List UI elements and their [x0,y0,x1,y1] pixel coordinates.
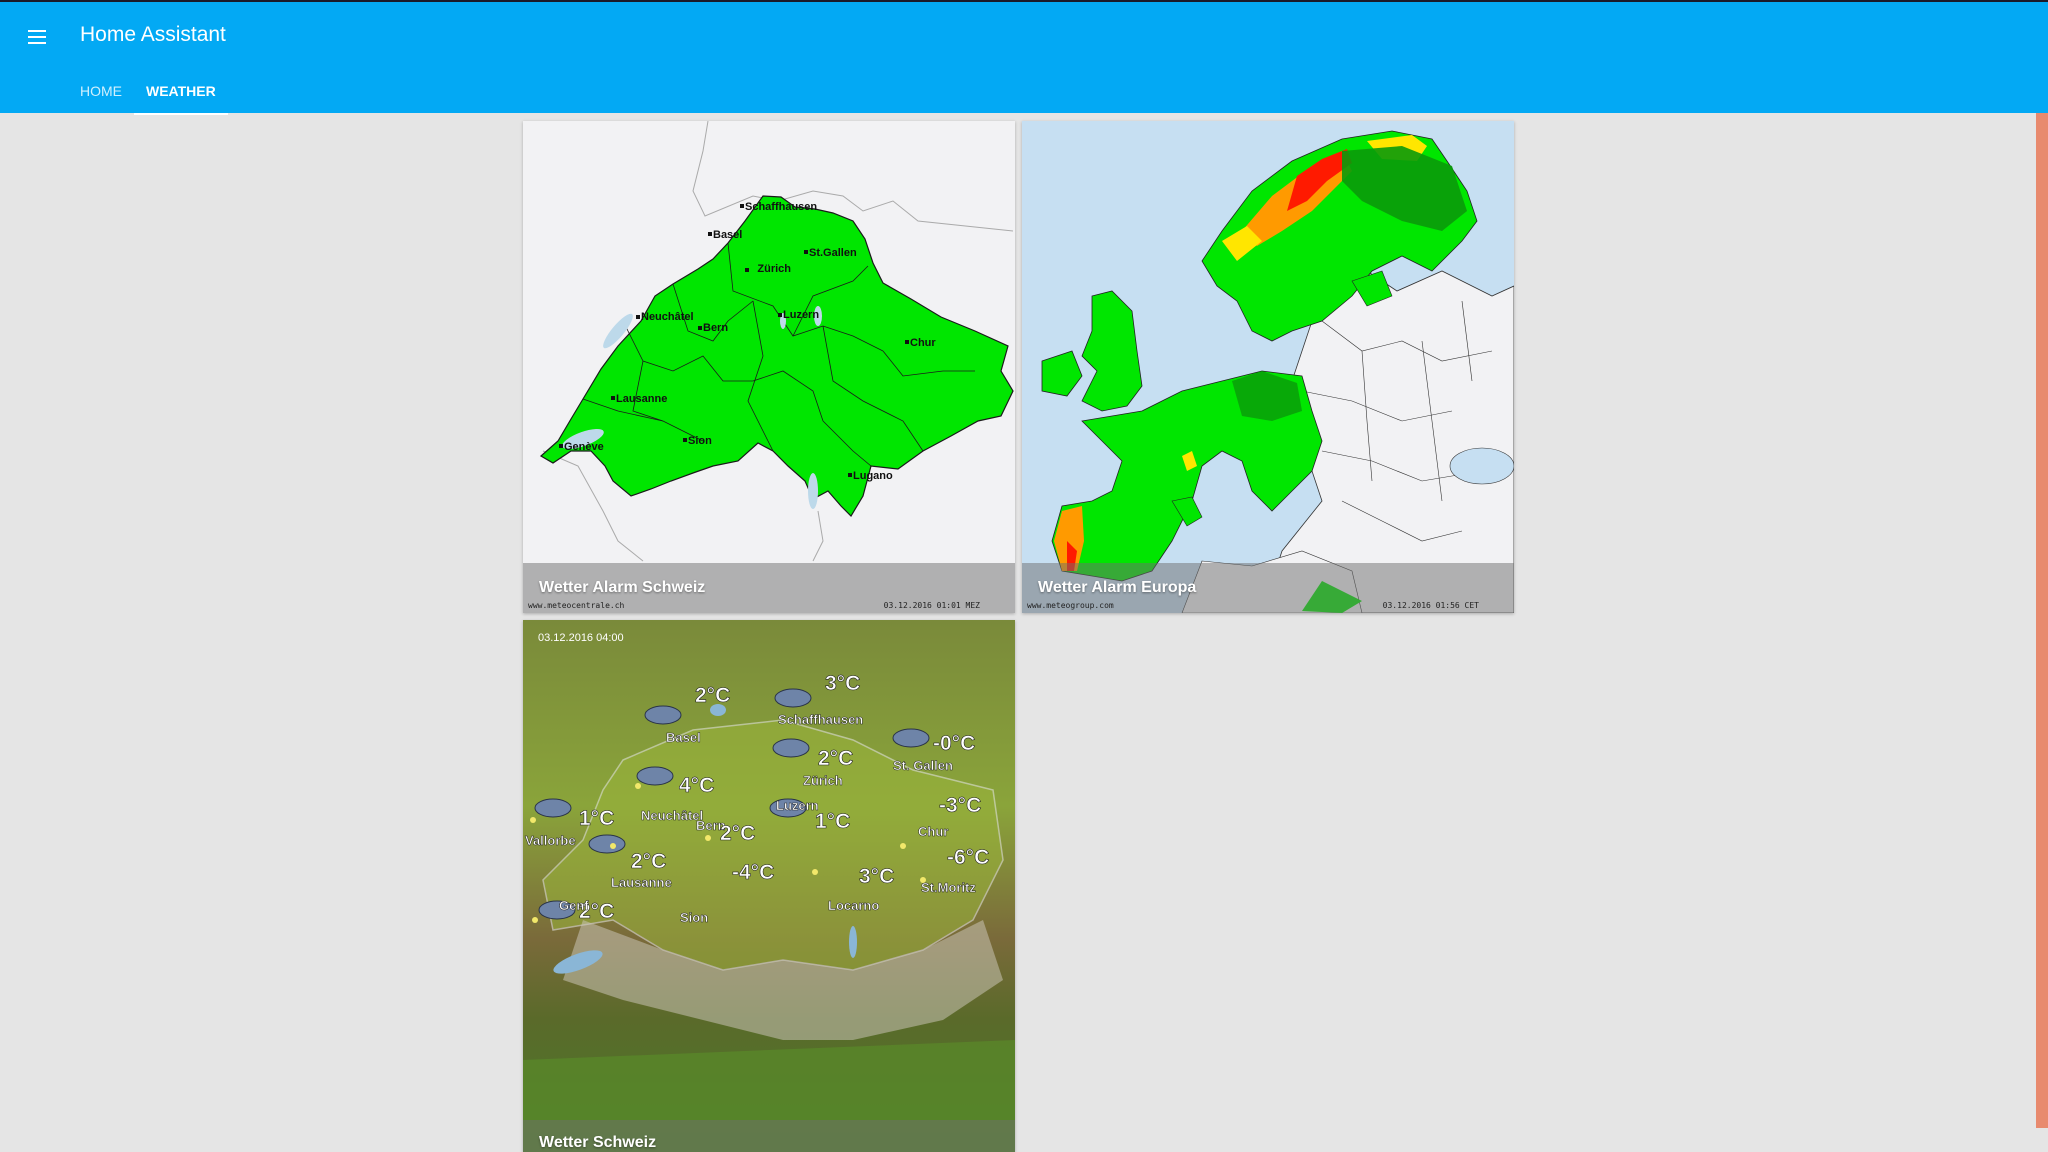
app-title: Home Assistant [80,23,226,46]
city-label: Lausanne [616,393,667,405]
temperature-label: 2°C [631,850,666,873]
camera-card-weather-switzerland[interactable]: 03.12.2016 04:00 2°C Basel 3°C Schaffhau… [523,620,1015,1152]
forecast-relief-map: 03.12.2016 04:00 2°C Basel 3°C Schaffhau… [523,620,1015,1152]
forecast-city-label: Neuchâtel [641,808,703,823]
forecast-city-label: Luzern [776,798,819,813]
card-caption: Wetter Alarm Schweiz www.meteocentrale.c… [523,563,1015,613]
temperature-label: -0°C [933,732,975,755]
map-timestamp: 03.12.2016 01:01 MEZ [883,601,980,610]
tab-weather[interactable]: WEATHER [134,72,228,115]
city-label: Schaffhausen [745,201,817,213]
city-label: Zürich [757,263,791,275]
city-label: Luzern [783,309,819,321]
card-title: Wetter Alarm Schweiz [539,579,706,596]
scrollbar[interactable] [2036,113,2048,1128]
view-tabs: HOME WEATHER [68,72,228,115]
city-label: Lugano [853,470,893,482]
menu-icon[interactable] [22,22,52,52]
temperature-label: 3°C [859,865,894,888]
card-title: Wetter Alarm Europa [1038,579,1197,596]
city-label: Bern [703,322,728,334]
forecast-city-label: Genf [559,898,589,913]
forecast-city-label: St. Gallen [893,758,953,773]
forecast-city-label: Chur [918,824,948,839]
forecast-city-label: Zürich [803,773,843,788]
map-timestamp: 03.12.2016 01:56 CET [1382,601,1479,610]
temperature-label: 2°C [695,684,730,707]
tab-home[interactable]: HOME [68,72,134,115]
city-label: St.Gallen [809,247,857,259]
forecast-city-label: Locarno [828,898,879,913]
temperature-label: -3°C [939,794,981,817]
forecast-city-label: Lausanne [611,875,672,890]
city-label: Genève [564,441,604,453]
temperature-label: 1°C [815,810,850,833]
temperature-label: 2°C [720,822,755,845]
card-caption: Wetter Schweiz [523,1120,1015,1152]
forecast-city-label: St.Moritz [921,880,976,895]
city-label: Sion [688,435,712,447]
map-source: www.meteogroup.com [1027,601,1114,610]
camera-card-weather-alarm-switzerland[interactable]: Schaffhausen Basel St.Gallen Zürich Neuc… [523,121,1015,613]
city-label: Chur [910,337,936,349]
temperature-label: -6°C [947,846,989,869]
forecast-city-label: Sion [680,910,708,925]
map-source: www.meteocentrale.ch [528,601,625,610]
app-header: Home Assistant HOME WEATHER [0,0,2048,115]
city-label: Neuchâtel [641,311,694,323]
temperature-label: 2°C [818,747,853,770]
card-caption: Wetter Alarm Europa www.meteogroup.com 0… [1022,563,1514,613]
forecast-city-label: Vallorbe [525,833,576,848]
forecast-date: 03.12.2016 04:00 [538,632,624,644]
forecast-city-label: Schaffhausen [778,712,863,727]
temperature-label: 4°C [679,774,714,797]
card-title: Wetter Schweiz [539,1134,657,1151]
switzerland-alert-map: Schaffhausen Basel St.Gallen Zürich Neuc… [523,121,1015,613]
city-label: Basel [713,229,742,241]
camera-card-weather-alarm-europe[interactable]: Wetter Alarm Europa www.meteogroup.com 0… [1022,121,1514,613]
temperature-label: -4°C [732,861,774,884]
temperature-label: 3°C [825,672,860,695]
europe-alert-map [1022,121,1514,613]
forecast-city-label: Basel [666,730,701,745]
temperature-label: 1°C [579,807,614,830]
